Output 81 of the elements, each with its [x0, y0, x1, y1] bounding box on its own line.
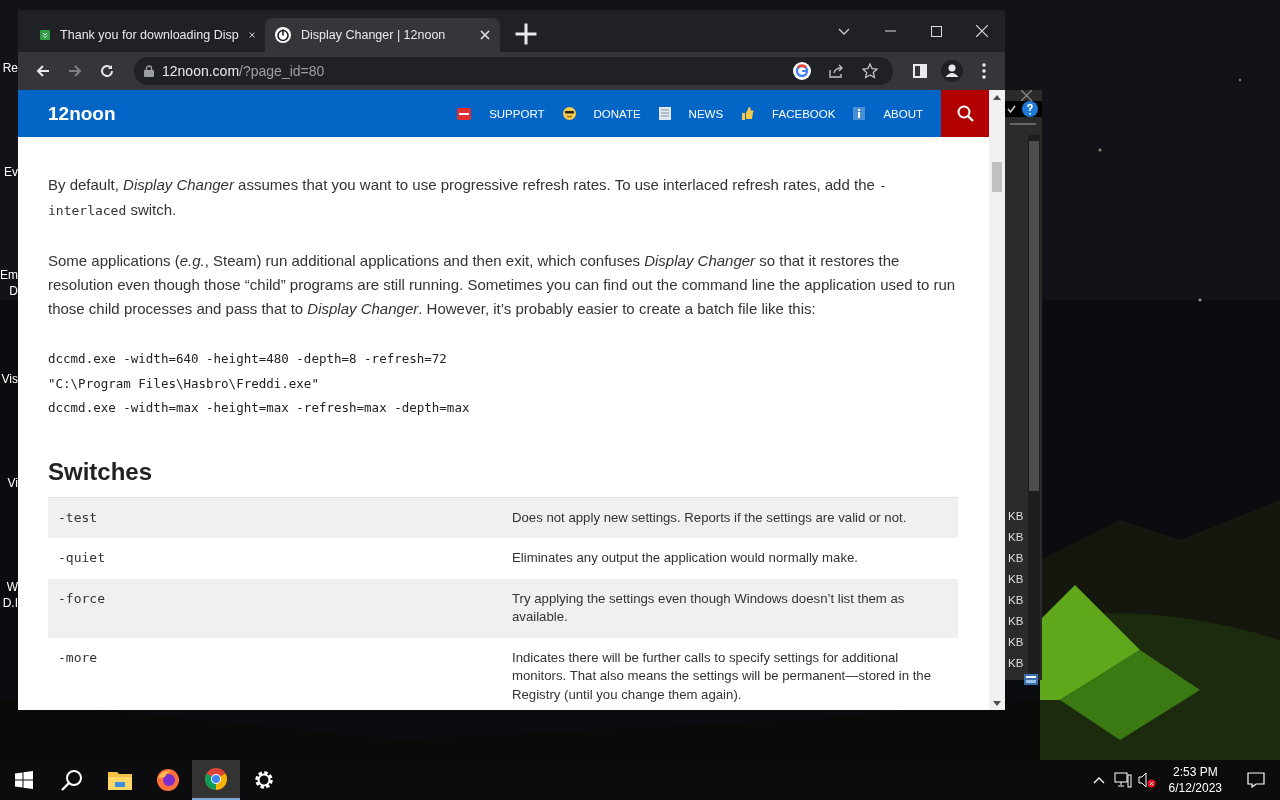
switch-name: -test	[57, 508, 99, 527]
sos-icon	[457, 107, 472, 120]
switch-description: Eliminates any output the application would normally make.	[511, 549, 859, 567]
browser-tab[interactable]: Thank you for downloading Disp	[30, 18, 265, 52]
switch-name: -quiet	[57, 549, 106, 567]
code-line: "C:\Program Files\Hasbro\Freddi.exe"	[48, 374, 320, 393]
switch-description: Does not apply new settings. Reports if the settings are valid or not.	[511, 508, 908, 527]
close-icon[interactable]	[248, 30, 255, 40]
file-size: KB	[1008, 551, 1024, 566]
desktop-icon-label[interactable]: Vi	[7, 475, 18, 491]
power-favicon-icon	[275, 27, 291, 43]
switch-description: Indicates there will be further calls to specify settings for additional monitors. That also means the settings will be permanent—stored in the Registry (until you change them again).	[511, 648, 933, 704]
desktop-icon-label[interactable]: Ev	[4, 164, 18, 180]
scroll-up-icon[interactable]	[993, 94, 1001, 100]
desktop-icon-label[interactable]: Vis	[1, 371, 18, 387]
nav-link[interactable]: NEWS	[688, 107, 724, 120]
lock-icon	[144, 65, 154, 77]
file-size: KB	[1008, 593, 1024, 608]
menu-icon[interactable]	[982, 63, 986, 79]
help-icon[interactable]	[1022, 101, 1038, 117]
section-heading: Switches	[48, 456, 154, 487]
new-tab-icon[interactable]	[514, 22, 538, 46]
code-line: dccmd.exe -width=640 -height=480 -depth=8 -refresh=72	[48, 350, 448, 368]
switch-name: -more	[57, 648, 99, 667]
address-bar[interactable]: 12noon.com/?page_id=80	[134, 57, 893, 85]
firefox-icon	[156, 768, 180, 792]
profile-icon[interactable]	[941, 60, 963, 82]
scrollbar[interactable]	[1028, 135, 1040, 674]
check-icon	[1007, 105, 1016, 113]
file-size: KB	[1008, 614, 1024, 629]
desktop-icon-label[interactable]: Re	[2, 60, 18, 76]
settings-icon	[253, 769, 275, 791]
browser-tab[interactable]: Display Changer | 12noon	[265, 18, 500, 52]
nav-link[interactable]: ABOUT	[883, 107, 923, 120]
google-icon[interactable]	[793, 62, 811, 80]
download-favicon-icon	[40, 27, 51, 43]
file-size: KB	[1008, 635, 1024, 650]
folder-icon	[108, 770, 132, 790]
windows-start-icon[interactable]	[15, 771, 33, 789]
minimize-icon[interactable]	[884, 30, 896, 32]
maximize-icon[interactable]	[930, 25, 942, 37]
thumbs-up-icon	[741, 107, 755, 120]
info-icon	[853, 107, 866, 120]
desktop-icon-label[interactable]: Em	[0, 267, 18, 283]
side-panel-icon[interactable]	[913, 64, 927, 78]
chrome-icon	[204, 767, 228, 791]
desktop-icon-label[interactable]: W	[2, 579, 18, 595]
paragraph: Some applications (e.g., Steam) run additional applications and then exit, which confuses Display Changer so that it restores the resolution even though those “child” programs are still running. Sometimes you can find out the command line the application used to run those child processes and pass that to Display Changer. However, it’s probably easier to create a batch file like this:	[48, 251, 957, 319]
network-icon[interactable]	[1113, 772, 1132, 788]
scroll-thumb[interactable]	[1029, 141, 1039, 491]
search-icon[interactable]	[61, 769, 83, 791]
switch-description: Try applying the settings even though Windows doesn’t list them as available.	[511, 589, 906, 626]
scroll-down-icon[interactable]	[993, 700, 1001, 706]
nav-link[interactable]: DONATE	[593, 107, 641, 120]
nav-link[interactable]: FACEBOOK	[772, 107, 836, 120]
speaker-muted-icon[interactable]	[1137, 772, 1156, 788]
file-size: KB	[1008, 572, 1024, 587]
star-icon[interactable]	[862, 63, 878, 79]
file-size: KB	[1008, 530, 1024, 545]
clock[interactable]: 2:53 PM 6/12/2023	[1158, 764, 1232, 796]
search-icon	[956, 105, 974, 122]
scroll-thumb[interactable]	[992, 162, 1002, 192]
taskbar-button[interactable]	[192, 760, 240, 800]
notification-icon[interactable]	[1247, 772, 1265, 788]
image-icon[interactable]	[1024, 674, 1038, 685]
search-button[interactable]	[941, 90, 989, 137]
file-size: KB	[1008, 509, 1024, 524]
code-line: dccmd.exe -width=max -height=max -refresh=max -depth=max	[48, 399, 471, 417]
scrollbar[interactable]	[989, 90, 1005, 710]
site-logo[interactable]: 12noon	[48, 102, 116, 125]
chevron-down-icon[interactable]	[838, 27, 850, 35]
chevron-up-icon[interactable]	[1092, 776, 1105, 784]
share-icon[interactable]	[828, 63, 844, 79]
newspaper-icon	[658, 107, 671, 120]
desktop-icon-label[interactable]: D.I	[2, 595, 18, 611]
file-size: KB	[1008, 656, 1024, 671]
sunglasses-emoji-icon	[562, 107, 576, 120]
paragraph: By default, Display Changer assumes that you want to use progressive refresh rates. To use interlaced refresh rates, add the -interlaced switch.	[48, 175, 888, 220]
switch-name: -force	[57, 589, 106, 608]
nav-link[interactable]: SUPPORT	[489, 107, 545, 120]
desktop-icon-label[interactable]: D	[0, 283, 18, 299]
